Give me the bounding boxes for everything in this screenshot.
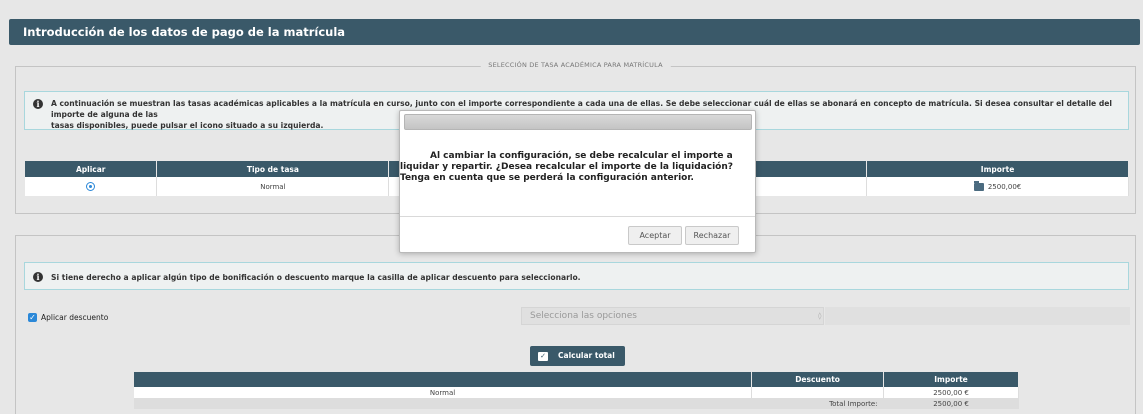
accept-button[interactable]: Aceptar: [628, 226, 682, 245]
page-title: Introducción de los datos de pago de la …: [9, 19, 1140, 45]
folder-icon[interactable]: [973, 180, 984, 191]
select-extension: [825, 307, 1130, 325]
select-arrow-icon: ◊: [818, 312, 822, 320]
amount-cell: 2500,00 €: [883, 387, 1019, 398]
total-row: Total Importe: 2500,00 €: [134, 398, 1019, 409]
dialog-titlebar: [404, 114, 752, 130]
col-importe: Importe: [866, 161, 1129, 177]
col-descuento: Descuento: [751, 372, 885, 387]
amount-cell: 2500,00€: [866, 177, 1129, 196]
col-importe: Importe: [883, 372, 1019, 387]
dialog-message-rest: liquidar y repartir. ¿Desea recalcular e…: [400, 162, 733, 183]
totals-table: Descuento Importe Normal 2500,00 € Total…: [134, 372, 1019, 409]
col-tipo-tasa: Tipo de tasa: [156, 161, 390, 177]
apply-discount-checkbox[interactable]: ✓: [28, 313, 37, 322]
table-row: Normal 2500,00 €: [134, 387, 1019, 398]
amount-value: 2500,00€: [987, 182, 1022, 191]
col-concept: [134, 372, 753, 387]
dialog-divider: [400, 216, 755, 217]
total-label: Total Importe:: [134, 398, 884, 409]
reject-button[interactable]: Rechazar: [685, 226, 739, 245]
discount-info-text: Si tiene derecho a aplicar algún tipo de…: [51, 273, 581, 282]
calculate-total-label: Calcular total: [558, 351, 615, 360]
discount-cell: [751, 387, 885, 398]
apply-discount-label: Aplicar descuento: [41, 313, 109, 322]
apply-cell: [25, 177, 158, 196]
select-placeholder: Selecciona las opciones: [530, 311, 637, 321]
col-aplicar: Aplicar: [25, 161, 158, 177]
rates-info-text-2: tasas disponibles, puede pulsar el icono…: [51, 121, 324, 130]
discount-options-select[interactable]: Selecciona las opciones ◊: [521, 307, 824, 325]
recalculate-dialog: Al cambiar la configuración, se debe rec…: [399, 110, 756, 253]
rate-type-cell: Normal: [156, 177, 390, 196]
rates-legend: SELECCIÓN DE TASA ACADÉMICA PARA MATRÍCU…: [480, 61, 671, 69]
concept-cell: Normal: [134, 387, 753, 398]
total-value: 2500,00 €: [883, 398, 1019, 409]
calculate-total-button[interactable]: ✓ Calcular total: [530, 346, 625, 366]
dialog-message-line1: Al cambiar la configuración, se debe rec…: [430, 151, 733, 161]
discount-info-box: i Si tiene derecho a aplicar algún tipo …: [24, 262, 1129, 290]
info-icon: i: [33, 99, 43, 109]
dialog-message: Al cambiar la configuración, se debe rec…: [400, 151, 755, 184]
check-icon: ✓: [538, 351, 548, 361]
info-icon: i: [33, 272, 43, 282]
apply-radio[interactable]: [86, 182, 96, 191]
